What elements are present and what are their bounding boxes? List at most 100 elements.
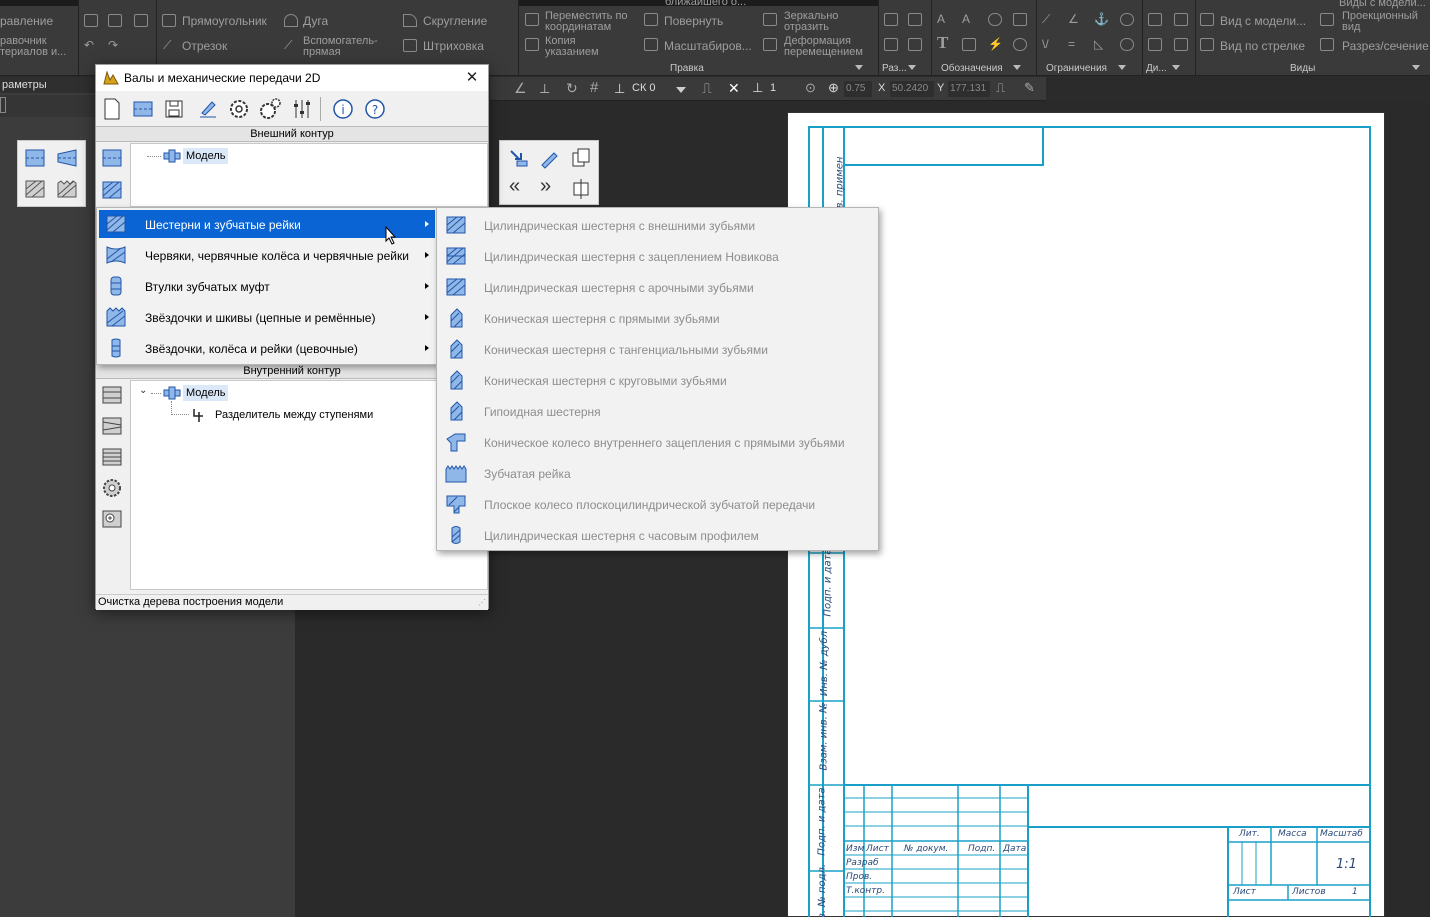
print-icon[interactable] (84, 14, 98, 27)
zoom-fit-icon[interactable]: ⊙ (805, 80, 816, 96)
submenu-item-clock-profile[interactable]: Цилиндрическая шестерня с часовым профил… (439, 520, 877, 550)
projection-view-button-line2[interactable]: вид (1342, 22, 1360, 33)
polygon-section-icon[interactable] (24, 178, 46, 200)
ribbon-item-cut[interactable]: Виды с модели... (1339, 0, 1426, 9)
submenu-item-spur-external[interactable]: Цилиндрическая шестерня с внешними зубья… (439, 210, 877, 240)
panel-icon[interactable] (0, 97, 6, 113)
model-view-button[interactable]: Вид с модели... (1220, 15, 1306, 27)
chevron-down-icon[interactable] (1013, 65, 1021, 70)
arrow-view-button[interactable]: Вид по стрелке (1220, 40, 1305, 52)
bore-icon[interactable] (101, 384, 123, 406)
diagnostics4-icon[interactable] (1174, 38, 1188, 51)
inner-contour-header[interactable]: Внутренний контур (96, 363, 488, 379)
tree-node-model[interactable]: Модель (183, 385, 229, 401)
move-left-icon[interactable]: « (509, 175, 520, 198)
cs-icon[interactable]: ⊥ (614, 81, 625, 97)
aux-line-button-line2[interactable]: прямая (303, 47, 341, 58)
open-model-icon[interactable] (131, 97, 155, 121)
gear-section-icon[interactable] (101, 179, 123, 201)
chevron-down-icon[interactable] (1172, 65, 1180, 70)
deform-button-line2[interactable]: перемещением (784, 47, 863, 58)
round-icon[interactable]: ↻ (566, 80, 578, 97)
center-mark-icon[interactable] (1013, 38, 1027, 51)
resize-grip-icon[interactable]: ⋰ (478, 598, 486, 607)
undo-icon[interactable]: ↶ (84, 39, 94, 51)
copy-icon[interactable] (570, 147, 592, 169)
cylinder-section-icon[interactable] (24, 147, 46, 169)
parallel-icon[interactable]: ⟋ (1042, 13, 1050, 25)
add-bore-icon[interactable] (101, 508, 123, 530)
submenu-item-rack[interactable]: Зубчатая рейка (439, 458, 877, 488)
menu-item-worms[interactable]: Червяки, червячные колёса и червячные ре… (99, 241, 435, 269)
rectangle-button[interactable]: Прямоугольник (182, 15, 267, 27)
submenu-item-internal-bevel[interactable]: Коническое колесо внутреннего зацепления… (439, 427, 877, 457)
pipette-icon[interactable]: ✎ (1024, 80, 1035, 96)
zoom-icon[interactable]: ⊕ (828, 80, 839, 96)
ribbon-item[interactable]: териалов и... (0, 47, 66, 58)
cone-bore-icon[interactable] (101, 415, 123, 437)
copy-button-line2[interactable]: указанием (545, 47, 599, 58)
chevron-down-icon[interactable] (855, 65, 863, 70)
rotate-button[interactable]: Повернуть (664, 15, 723, 27)
gear-bore-icon[interactable] (101, 477, 123, 499)
scale-button[interactable]: Масштабиров... (664, 40, 752, 52)
chevron-down-icon[interactable] (676, 87, 686, 93)
outer-contour-tree[interactable]: Модель (130, 143, 488, 207)
table-icon[interactable] (962, 38, 976, 51)
chevron-down-icon[interactable]: ⌄ (139, 385, 147, 396)
diagnostics-icon[interactable] (1148, 13, 1162, 26)
arc-button[interactable]: Дуга (303, 15, 328, 27)
spline-bore-icon[interactable] (101, 446, 123, 468)
size-icon[interactable] (884, 13, 898, 26)
cone-section-icon[interactable] (56, 147, 78, 169)
y-field[interactable]: 177.131 (948, 81, 990, 97)
outer-contour-header[interactable]: Внешний контур (96, 126, 488, 142)
text-icon[interactable]: A (937, 13, 945, 25)
no-constraint-icon[interactable] (1120, 38, 1134, 51)
close-button[interactable]: ✕ (462, 68, 482, 88)
ribbon-item-cut[interactable]: ближайшего о... (665, 0, 746, 8)
base-icon[interactable] (988, 13, 1002, 26)
move-coords-button-line2[interactable]: координатам (545, 22, 611, 33)
size-diameter-icon[interactable] (908, 38, 922, 51)
hatch-button[interactable]: Штриховка (423, 40, 484, 52)
size-angle-icon[interactable] (908, 13, 922, 26)
rebuild-icon[interactable] (507, 147, 529, 169)
angle-icon[interactable]: ∠ (1068, 13, 1079, 25)
submenu-item-hypoid[interactable]: Гипоидная шестерня (439, 396, 877, 426)
new-file-icon[interactable] (100, 97, 124, 121)
fillet-button[interactable]: Скругление (423, 15, 487, 27)
gear-icon[interactable] (227, 97, 251, 121)
submenu-item-face-gear[interactable]: Плоское колесо плоскоцилиндрической зубч… (439, 489, 877, 519)
preview-icon[interactable] (108, 14, 122, 27)
equal-icon[interactable]: = (1068, 38, 1075, 50)
info-icon[interactable]: i (331, 97, 355, 121)
tb-scale-value[interactable]: 1:1 (1336, 857, 1357, 872)
menu-item-sprockets-pulleys[interactable]: Звёздочки и шкивы (цепные и ремённые) (99, 303, 435, 331)
redo-icon[interactable]: ↷ (108, 39, 118, 51)
cs-select[interactable]: СК 0 (632, 82, 656, 94)
draw-icon[interactable] (196, 97, 220, 121)
split-icon[interactable] (570, 178, 592, 200)
size-radial-icon[interactable] (884, 38, 898, 51)
diagnostics2-icon[interactable] (1174, 13, 1188, 26)
chevron-down-icon[interactable] (908, 65, 916, 70)
leader-icon[interactable]: A (962, 13, 970, 25)
submenu-item-bevel-tangential[interactable]: Коническая шестерня с тангенциальными зу… (439, 334, 877, 364)
dialog-titlebar[interactable]: Валы и механические передачи 2D ✕ (96, 65, 488, 91)
submenu-item-bevel-circular[interactable]: Коническая шестерня с круговыми зубьями (439, 365, 877, 395)
step-icon[interactable]: ⎍ (702, 80, 712, 97)
submenu-item-arc-teeth[interactable]: Цилиндрическая шестерня с арочными зубья… (439, 272, 877, 302)
cylinder-section-icon[interactable] (101, 147, 123, 169)
menu-item-coupling-sleeves[interactable]: Втулки зубчатых муфт (99, 272, 435, 300)
perpendicular-icon[interactable]: ◺ (1094, 38, 1103, 50)
step-value[interactable]: 1 (770, 82, 776, 94)
ortho-icon[interactable]: ⟂ (540, 80, 549, 97)
chevron-down-icon[interactable] (1412, 65, 1420, 70)
text-tool-icon[interactable]: T (937, 34, 948, 51)
gear-settings-icon[interactable] (258, 97, 282, 121)
fix-icon[interactable]: ⚓ (1094, 13, 1109, 25)
submenu-item-novikov[interactable]: Цилиндрическая шестерня с зацеплением Но… (439, 241, 877, 271)
menu-item-pin-gears[interactable]: Звёздочки, колёса и рейки (цевочные) (99, 334, 435, 362)
cut-line-icon[interactable]: ⚡ (988, 38, 1003, 50)
